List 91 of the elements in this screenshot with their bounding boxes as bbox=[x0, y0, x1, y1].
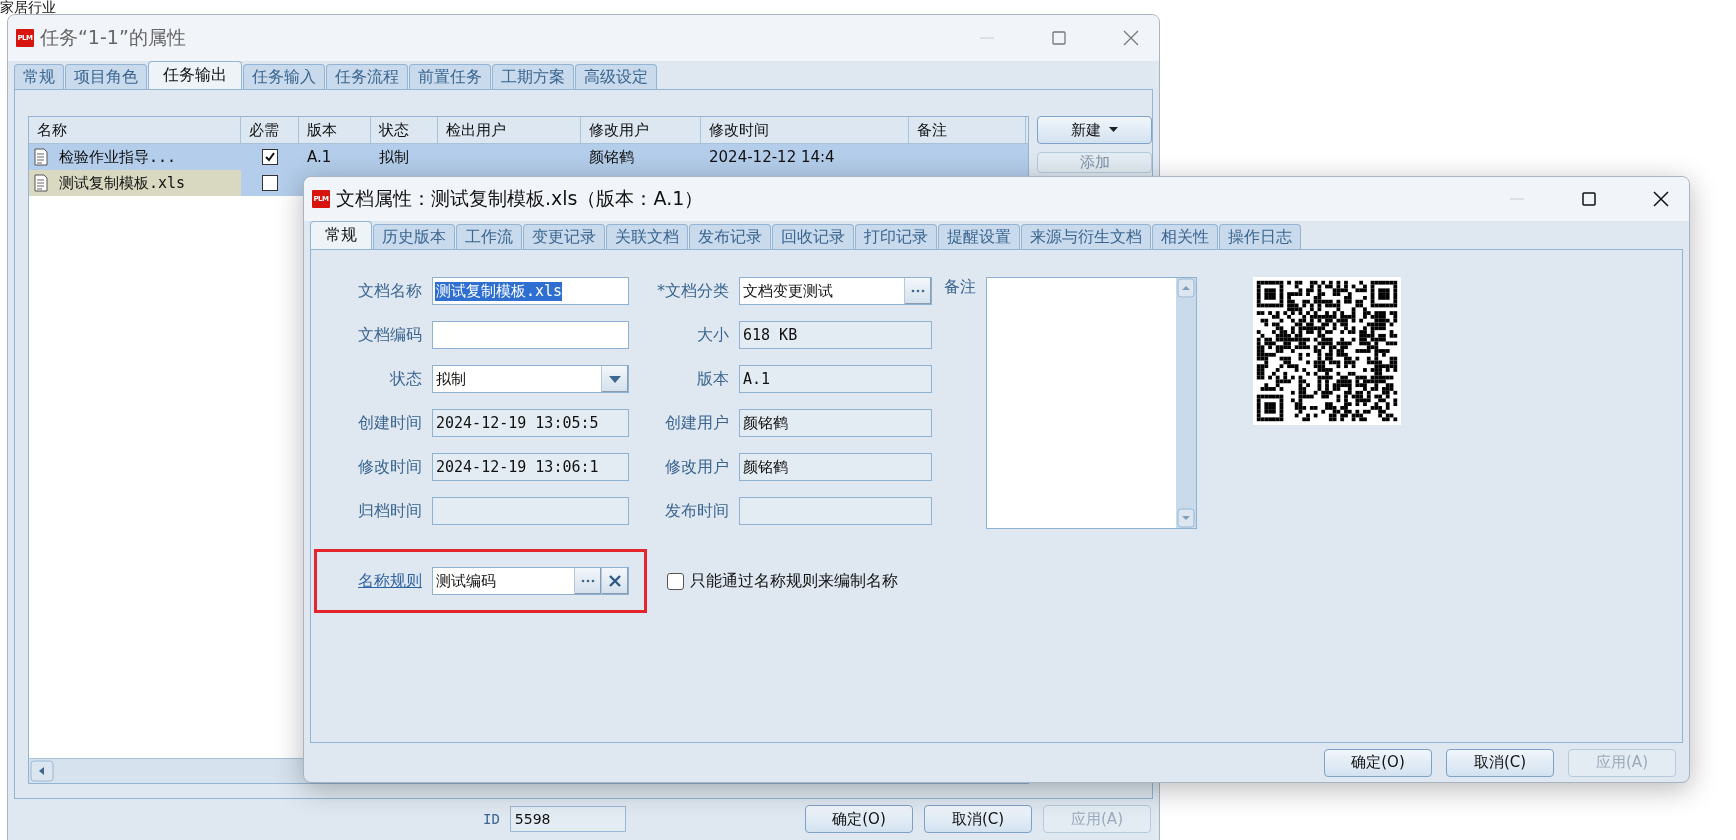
tab[interactable]: 工作流 bbox=[456, 224, 522, 249]
tab[interactable]: 来源与衍生文档 bbox=[1021, 224, 1151, 249]
tab[interactable]: 关联文档 bbox=[606, 224, 688, 249]
column-header[interactable]: 版本 bbox=[299, 117, 371, 143]
field-label: 创建用户 bbox=[664, 412, 729, 434]
field-label: 大小 bbox=[696, 324, 729, 346]
checkbox-label: 只能通过名称规则来编制名称 bbox=[690, 570, 898, 592]
tab[interactable]: 提醒设置 bbox=[938, 224, 1020, 249]
window-title: 文档属性：测试复制模板.xls（版本：A.1） bbox=[336, 186, 704, 211]
field-label: 发布时间 bbox=[664, 500, 729, 522]
tab[interactable]: 常规 bbox=[310, 221, 372, 249]
column-header[interactable]: 备注 bbox=[909, 117, 1026, 143]
scroll-down-icon[interactable] bbox=[1177, 508, 1195, 528]
column-header[interactable]: 名称 bbox=[29, 117, 241, 143]
dialog-button[interactable]: 取消(C) bbox=[1446, 748, 1554, 777]
tab[interactable]: 任务输出 bbox=[148, 61, 242, 89]
input-field[interactable] bbox=[432, 321, 629, 349]
scroll-up-icon[interactable] bbox=[1177, 278, 1195, 298]
desktop-label: 家居行业 bbox=[0, 0, 56, 14]
table-cell: 测试复制模板.xls bbox=[59, 173, 186, 193]
tab[interactable]: 打印记录 bbox=[855, 224, 937, 249]
input-field[interactable]: 测试编码 bbox=[432, 567, 629, 595]
input-field[interactable] bbox=[432, 497, 629, 525]
window-title: 任务“1-1”的属性 bbox=[40, 25, 186, 50]
checkbox[interactable] bbox=[667, 572, 684, 590]
table-cell: 2024-12-12 14:4 bbox=[709, 148, 835, 166]
clear-icon bbox=[609, 575, 621, 587]
input-field[interactable]: 2024-12-19 13:06:1 bbox=[432, 453, 629, 481]
table-row[interactable]: 检验作业指导... A.1 拟制 颜铭鹤 2024-12-12 14:4 bbox=[29, 144, 1028, 170]
input-field[interactable]: A.1 bbox=[739, 365, 932, 393]
column-header[interactable]: 状态 bbox=[371, 117, 438, 143]
dialog-button[interactable]: 确定(O) bbox=[1324, 748, 1432, 777]
side-button[interactable]: 新建 bbox=[1037, 116, 1152, 144]
vertical-scrollbar[interactable] bbox=[1176, 278, 1196, 528]
table-cell: A.1 bbox=[307, 148, 332, 166]
column-header[interactable]: 修改时间 bbox=[701, 117, 909, 143]
id-field: 5598 bbox=[509, 806, 626, 832]
input-field[interactable]: 618 KB bbox=[739, 321, 932, 349]
tab[interactable]: 任务流程 bbox=[326, 64, 408, 89]
ellipsis-icon bbox=[581, 579, 595, 583]
table-cell: 颜铭鹤 bbox=[589, 147, 634, 167]
maximize-icon[interactable] bbox=[1579, 189, 1599, 209]
field-label: 归档时间 bbox=[357, 500, 422, 522]
field-label: 修改时间 bbox=[357, 456, 422, 478]
column-header[interactable]: 必需 bbox=[241, 117, 299, 143]
field-label: *文档分类 bbox=[656, 280, 729, 302]
checkbox[interactable] bbox=[262, 175, 278, 191]
clear-button[interactable] bbox=[601, 568, 628, 594]
tab[interactable]: 任务输入 bbox=[243, 64, 325, 89]
caret-icon bbox=[1109, 127, 1118, 133]
document-icon bbox=[33, 174, 49, 192]
input-field[interactable]: 2024-12-19 13:05:5 bbox=[432, 409, 629, 437]
tab[interactable]: 回收记录 bbox=[772, 224, 854, 249]
table-cell: 检验作业指导... bbox=[59, 147, 177, 167]
input-field[interactable] bbox=[739, 497, 932, 525]
tab[interactable]: 发布记录 bbox=[689, 224, 771, 249]
table-cell: 拟制 bbox=[379, 147, 409, 167]
input-field[interactable]: 颜铭鹤 bbox=[739, 409, 932, 437]
id-label: ID bbox=[483, 811, 500, 827]
tab[interactable]: 工期方案 bbox=[492, 64, 574, 89]
tab[interactable]: 项目角色 bbox=[65, 64, 147, 89]
field-label: 状态 bbox=[389, 368, 422, 390]
tab[interactable]: 高级设定 bbox=[575, 64, 657, 89]
tab[interactable]: 相关性 bbox=[1152, 224, 1218, 249]
dialog-button[interactable]: 确定(O) bbox=[805, 805, 913, 833]
column-header[interactable]: 检出用户 bbox=[438, 117, 581, 143]
tab[interactable]: 前置任务 bbox=[409, 64, 491, 89]
column-header[interactable]: 修改用户 bbox=[581, 117, 701, 143]
field-label: 文档编码 bbox=[357, 324, 422, 346]
field-label: 修改用户 bbox=[664, 456, 729, 478]
browse-button[interactable] bbox=[904, 278, 931, 304]
field-label: 创建时间 bbox=[357, 412, 422, 434]
scroll-left-icon[interactable] bbox=[30, 760, 54, 782]
tab[interactable]: 常规 bbox=[14, 64, 64, 89]
input-field[interactable]: 文档变更测试 bbox=[739, 277, 932, 305]
ellipsis-icon bbox=[911, 289, 925, 293]
name-rule-link[interactable]: 名称规则 bbox=[317, 570, 422, 592]
input-field[interactable]: 颜铭鹤 bbox=[739, 453, 932, 481]
field-label: 版本 bbox=[696, 368, 729, 390]
field-label: 备注 bbox=[944, 277, 976, 298]
document-icon bbox=[33, 148, 49, 166]
checkbox[interactable] bbox=[262, 149, 278, 165]
input-field[interactable]: 测试复制模板.xls bbox=[432, 277, 629, 305]
close-icon[interactable] bbox=[1651, 189, 1671, 209]
input-field[interactable]: 拟制 bbox=[432, 365, 629, 393]
tab[interactable]: 历史版本 bbox=[373, 224, 455, 249]
field-label: 文档名称 bbox=[357, 280, 422, 302]
tab[interactable]: 操作日志 bbox=[1219, 224, 1301, 249]
remark-field[interactable] bbox=[986, 277, 1197, 529]
tab[interactable]: 变更记录 bbox=[523, 224, 605, 249]
dialog-button[interactable]: 取消(C) bbox=[924, 805, 1032, 833]
